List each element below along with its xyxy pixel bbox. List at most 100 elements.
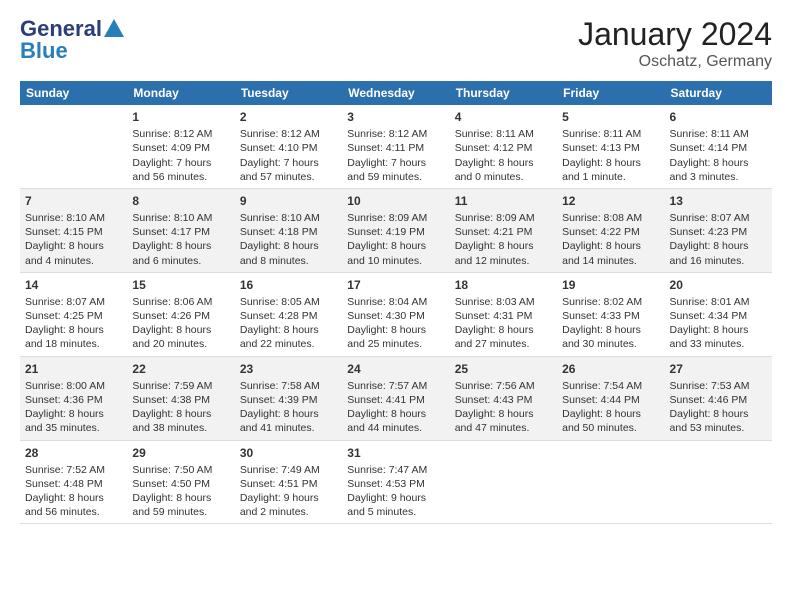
day-info: Sunrise: 7:56 AMSunset: 4:43 PMDaylight:… — [455, 379, 552, 436]
day-number: 4 — [455, 109, 552, 125]
calendar-cell: 15Sunrise: 8:06 AMSunset: 4:26 PMDayligh… — [127, 272, 234, 356]
day-info: Sunrise: 8:10 AMSunset: 4:15 PMDaylight:… — [25, 211, 122, 268]
day-number: 9 — [240, 193, 337, 209]
calendar-cell: 20 Sunrise: 8:01 AMSunset: 4:34 PMDayligh… — [665, 272, 772, 356]
calendar-cell: 29Sunrise: 7:50 AMSunset: 4:50 PMDayligh… — [127, 440, 234, 524]
calendar-cell: 11 Sunrise: 8:09 AMSunset: 4:21 PMDayligh… — [450, 188, 557, 272]
week-row-4: 21 Sunrise: 8:00 AMSunset: 4:36 PMDayligh… — [20, 356, 772, 440]
day-number: 14 — [25, 277, 122, 293]
calendar-table: SundayMondayTuesdayWednesdayThursdayFrid… — [20, 81, 772, 524]
day-number: 2 — [240, 109, 337, 125]
calendar-cell: 3 Sunrise: 8:12 AMSunset: 4:11 PMDaylight… — [342, 105, 449, 188]
column-header-sunday: Sunday — [20, 81, 127, 105]
calendar-cell: 2 Sunrise: 8:12 AMSunset: 4:10 PMDaylight… — [235, 105, 342, 188]
calendar-cell: 27 Sunrise: 7:53 AMSunset: 4:46 PMDayligh… — [665, 356, 772, 440]
calendar-cell: 6 Sunrise: 8:11 AMSunset: 4:14 PMDaylight… — [665, 105, 772, 188]
day-number: 27 — [670, 361, 767, 377]
day-info: Sunrise: 8:11 AMSunset: 4:12 PMDaylight:… — [455, 127, 552, 184]
column-header-tuesday: Tuesday — [235, 81, 342, 105]
calendar-cell: 19 Sunrise: 8:02 AMSunset: 4:33 PMDayligh… — [557, 272, 664, 356]
day-info: Sunrise: 8:12 AMSunset: 4:10 PMDaylight:… — [240, 127, 337, 184]
week-row-3: 14 Sunrise: 8:07 AMSunset: 4:25 PMDayligh… — [20, 272, 772, 356]
day-info: Sunrise: 8:01 AMSunset: 4:34 PMDaylight:… — [670, 295, 767, 352]
day-info: Sunrise: 8:09 AMSunset: 4:19 PMDaylight:… — [347, 211, 444, 268]
day-info: Sunrise: 8:11 AMSunset: 4:14 PMDaylight:… — [670, 127, 767, 184]
day-info: Sunrise: 8:06 AMSunset: 4:26 PMDaylight:… — [132, 295, 229, 352]
day-info: Sunrise: 8:12 AMSunset: 4:09 PMDaylight:… — [132, 127, 229, 184]
calendar-cell: 28Sunrise: 7:52 AMSunset: 4:48 PMDayligh… — [20, 440, 127, 524]
calendar-cell: 16 Sunrise: 8:05 AMSunset: 4:28 PMDayligh… — [235, 272, 342, 356]
day-info: Sunrise: 7:47 AMSunset: 4:53 PMDaylight:… — [347, 463, 444, 520]
day-info: Sunrise: 7:52 AMSunset: 4:48 PMDaylight:… — [25, 463, 122, 520]
day-number: 7 — [25, 193, 122, 209]
day-info: Sunrise: 8:00 AMSunset: 4:36 PMDaylight:… — [25, 379, 122, 436]
page: General Blue January 2024 Oschatz, Germa… — [0, 0, 792, 534]
day-number: 31 — [347, 445, 444, 461]
day-info: Sunrise: 7:49 AMSunset: 4:51 PMDaylight:… — [240, 463, 337, 520]
week-row-1: 1 Sunrise: 8:12 AMSunset: 4:09 PMDaylight… — [20, 105, 772, 188]
calendar-cell — [450, 440, 557, 524]
day-number: 24 — [347, 361, 444, 377]
calendar-cell: 1 Sunrise: 8:12 AMSunset: 4:09 PMDaylight… — [127, 105, 234, 188]
day-info: Sunrise: 8:05 AMSunset: 4:28 PMDaylight:… — [240, 295, 337, 352]
column-header-wednesday: Wednesday — [342, 81, 449, 105]
column-header-monday: Monday — [127, 81, 234, 105]
day-info: Sunrise: 8:07 AMSunset: 4:23 PMDaylight:… — [670, 211, 767, 268]
month-title: January 2024 — [578, 16, 772, 53]
day-number: 21 — [25, 361, 122, 377]
calendar-cell: 12 Sunrise: 8:08 AMSunset: 4:22 PMDayligh… — [557, 188, 664, 272]
day-info: Sunrise: 8:12 AMSunset: 4:11 PMDaylight:… — [347, 127, 444, 184]
day-number: 18 — [455, 277, 552, 293]
day-number: 6 — [670, 109, 767, 125]
day-info: Sunrise: 7:59 AMSunset: 4:38 PMDaylight:… — [132, 379, 229, 436]
day-info: Sunrise: 7:58 AMSunset: 4:39 PMDaylight:… — [240, 379, 337, 436]
calendar-cell: 21 Sunrise: 8:00 AMSunset: 4:36 PMDayligh… — [20, 356, 127, 440]
day-info: Sunrise: 7:53 AMSunset: 4:46 PMDaylight:… — [670, 379, 767, 436]
day-number: 30 — [240, 445, 337, 461]
calendar-cell: 23 Sunrise: 7:58 AMSunset: 4:39 PMDayligh… — [235, 356, 342, 440]
day-info: Sunrise: 7:54 AMSunset: 4:44 PMDaylight:… — [562, 379, 659, 436]
calendar-cell: 30 Sunrise: 7:49 AMSunset: 4:51 PMDayligh… — [235, 440, 342, 524]
day-number: 22 — [132, 361, 229, 377]
day-number: 12 — [562, 193, 659, 209]
day-info: Sunrise: 8:08 AMSunset: 4:22 PMDaylight:… — [562, 211, 659, 268]
day-info: Sunrise: 7:57 AMSunset: 4:41 PMDaylight:… — [347, 379, 444, 436]
calendar-cell: 8 Sunrise: 8:10 AMSunset: 4:17 PMDaylight… — [127, 188, 234, 272]
day-number: 3 — [347, 109, 444, 125]
logo: General Blue — [20, 16, 124, 64]
calendar-cell — [557, 440, 664, 524]
column-header-saturday: Saturday — [665, 81, 772, 105]
day-number: 8 — [132, 193, 229, 209]
calendar-cell: 26 Sunrise: 7:54 AMSunset: 4:44 PMDayligh… — [557, 356, 664, 440]
day-number: 17 — [347, 277, 444, 293]
calendar-cell: 22 Sunrise: 7:59 AMSunset: 4:38 PMDayligh… — [127, 356, 234, 440]
calendar-cell: 13 Sunrise: 8:07 AMSunset: 4:23 PMDayligh… — [665, 188, 772, 272]
logo-triangle-icon — [104, 19, 124, 37]
calendar-cell: 7 Sunrise: 8:10 AMSunset: 4:15 PMDaylight… — [20, 188, 127, 272]
day-info: Sunrise: 8:02 AMSunset: 4:33 PMDaylight:… — [562, 295, 659, 352]
calendar-cell: 4 Sunrise: 8:11 AMSunset: 4:12 PMDaylight… — [450, 105, 557, 188]
day-number: 26 — [562, 361, 659, 377]
day-number: 1 — [132, 109, 229, 125]
day-number: 16 — [240, 277, 337, 293]
day-info: Sunrise: 8:09 AMSunset: 4:21 PMDaylight:… — [455, 211, 552, 268]
calendar-cell: 5Sunrise: 8:11 AMSunset: 4:13 PMDaylight… — [557, 105, 664, 188]
calendar-header-row: SundayMondayTuesdayWednesdayThursdayFrid… — [20, 81, 772, 105]
day-number: 23 — [240, 361, 337, 377]
day-info: Sunrise: 8:10 AMSunset: 4:18 PMDaylight:… — [240, 211, 337, 268]
logo-blue: Blue — [20, 38, 68, 64]
header: General Blue January 2024 Oschatz, Germa… — [20, 16, 772, 71]
calendar-cell: 17Sunrise: 8:04 AMSunset: 4:30 PMDayligh… — [342, 272, 449, 356]
day-info: Sunrise: 8:07 AMSunset: 4:25 PMDaylight:… — [25, 295, 122, 352]
calendar-cell — [20, 105, 127, 188]
calendar-cell: 18Sunrise: 8:03 AMSunset: 4:31 PMDayligh… — [450, 272, 557, 356]
day-number: 13 — [670, 193, 767, 209]
week-row-2: 7 Sunrise: 8:10 AMSunset: 4:15 PMDaylight… — [20, 188, 772, 272]
day-info: Sunrise: 8:10 AMSunset: 4:17 PMDaylight:… — [132, 211, 229, 268]
day-number: 5 — [562, 109, 659, 125]
day-number: 19 — [562, 277, 659, 293]
day-number: 25 — [455, 361, 552, 377]
day-number: 11 — [455, 193, 552, 209]
day-number: 20 — [670, 277, 767, 293]
calendar-cell — [665, 440, 772, 524]
